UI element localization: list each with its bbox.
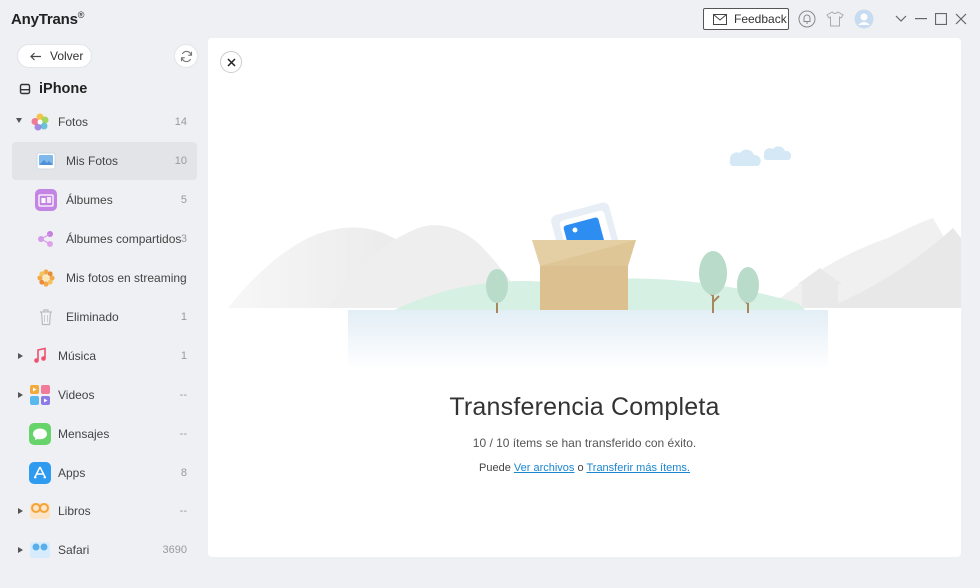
maximize-icon[interactable] (931, 9, 951, 29)
box-icon (532, 202, 636, 310)
caret-down-icon[interactable] (16, 118, 22, 123)
sidebar-item-count: 1 (180, 350, 187, 362)
minimize-icon[interactable] (911, 9, 931, 29)
result-actions: Puede Ver archivos o Transferir más ítem… (208, 462, 961, 474)
title-bar: AnyTrans® Feedback (0, 0, 980, 38)
safari-icon (29, 539, 51, 561)
sidebar-item-label: Fotos (58, 115, 89, 129)
actions-prefix: Puede (479, 462, 511, 474)
caret-right-icon[interactable] (18, 353, 23, 359)
photo-stream-icon (35, 267, 57, 289)
caret-right-icon[interactable] (18, 508, 23, 514)
sidebar-item-apps[interactable]: Apps 8 (12, 454, 197, 492)
sidebar-item-count: 3 (180, 233, 187, 245)
main-panel: Transferencia Completa 10 / 10 ítems se … (208, 38, 961, 557)
feedback-label: Feedback (734, 12, 787, 26)
caret-right-icon[interactable] (18, 392, 23, 398)
close-icon (226, 57, 236, 67)
sidebar-item-count: -- (179, 428, 187, 440)
close-window-icon[interactable] (951, 9, 971, 29)
sidebar-item-count: 8 (180, 467, 187, 479)
actions-connector: o (577, 462, 584, 474)
sidebar-item-label: Mensajes (58, 427, 110, 441)
messages-icon (29, 423, 51, 445)
transfer-complete-illustration (228, 146, 961, 370)
sidebar-item-libros[interactable]: Libros -- (12, 492, 197, 530)
feedback-button[interactable]: Feedback (703, 8, 789, 30)
cloud-icon (729, 146, 792, 166)
photos-icon (29, 111, 51, 133)
result-subtitle: 10 / 10 ítems se han transferido con éxi… (472, 436, 697, 450)
trash-icon (35, 306, 57, 328)
tshirt-icon[interactable] (825, 9, 845, 29)
sidebar-item-eliminado[interactable]: Eliminado 1 (12, 298, 197, 336)
arrow-left-icon (30, 52, 41, 60)
sidebar-item-streaming[interactable]: Mis fotos en streaming -- (12, 259, 197, 297)
books-icon (29, 500, 51, 522)
shared-albums-icon (35, 228, 57, 250)
sidebar-item-count: 3690 (162, 544, 187, 556)
refresh-button[interactable] (174, 44, 198, 68)
avatar-icon[interactable] (854, 9, 874, 29)
sidebar-item-label: Libros (58, 504, 91, 518)
sidebar-item-count: 1 (180, 311, 187, 323)
sidebar-item-count: 10 (174, 155, 187, 167)
sidebar-item-count: 5 (180, 194, 187, 206)
albums-icon (35, 189, 57, 211)
app-title: AnyTrans® (11, 10, 85, 28)
back-label: Volver (50, 49, 84, 63)
close-button[interactable] (220, 51, 242, 73)
sidebar-item-count: -- (179, 505, 187, 517)
device-icon (19, 83, 31, 95)
music-icon (29, 345, 51, 367)
result-title: Transferencia Completa (449, 393, 720, 421)
chevron-down-icon[interactable] (891, 9, 911, 29)
sidebar-item-count: 14 (174, 116, 187, 128)
sidebar-item-videos[interactable]: Videos -- (12, 376, 197, 414)
refresh-icon (180, 50, 192, 62)
sidebar-item-count: -- (179, 272, 187, 284)
view-files-link[interactable]: Ver archivos (514, 462, 575, 474)
back-button[interactable]: Volver (17, 44, 92, 68)
sidebar-item-label: Videos (58, 388, 95, 402)
sidebar-item-albumes[interactable]: Álbumes 5 (12, 181, 197, 219)
device-name: iPhone (39, 81, 88, 97)
bell-icon[interactable] (797, 9, 817, 29)
transfer-more-link[interactable]: Transferir más ítems. (586, 462, 690, 474)
my-photos-icon (35, 150, 57, 172)
sidebar-item-safari[interactable]: Safari 3690 (12, 531, 197, 569)
sidebar-item-label: Mis fotos en streaming (66, 271, 187, 285)
apps-icon (29, 462, 51, 484)
mail-icon (713, 13, 727, 25)
sidebar-item-mis-fotos[interactable]: Mis Fotos 10 (12, 142, 197, 180)
sidebar: Volver iPhone Fotos 14 Mis Fotos 10 Álbu… (0, 38, 208, 588)
sidebar-item-label: Eliminado (66, 310, 119, 324)
sidebar-item-musica[interactable]: Música 1 (12, 337, 197, 375)
caret-right-icon[interactable] (18, 547, 23, 553)
sidebar-item-albumes-compartidos[interactable]: Álbumes compartidos 3 (12, 220, 197, 258)
sidebar-item-fotos[interactable]: Fotos 14 (12, 103, 197, 141)
sidebar-item-count: -- (179, 389, 187, 401)
sidebar-item-label: Álbumes compartidos (66, 232, 182, 246)
sidebar-item-mensajes[interactable]: Mensajes -- (12, 415, 197, 453)
sidebar-item-label: Álbumes (66, 193, 113, 207)
sidebar-item-label: Música (58, 349, 97, 363)
device-header: iPhone (19, 81, 87, 97)
sidebar-item-label: Mis Fotos (66, 154, 119, 168)
sidebar-item-label: Safari (58, 543, 90, 557)
videos-icon (29, 384, 51, 406)
sidebar-item-label: Apps (58, 466, 86, 480)
